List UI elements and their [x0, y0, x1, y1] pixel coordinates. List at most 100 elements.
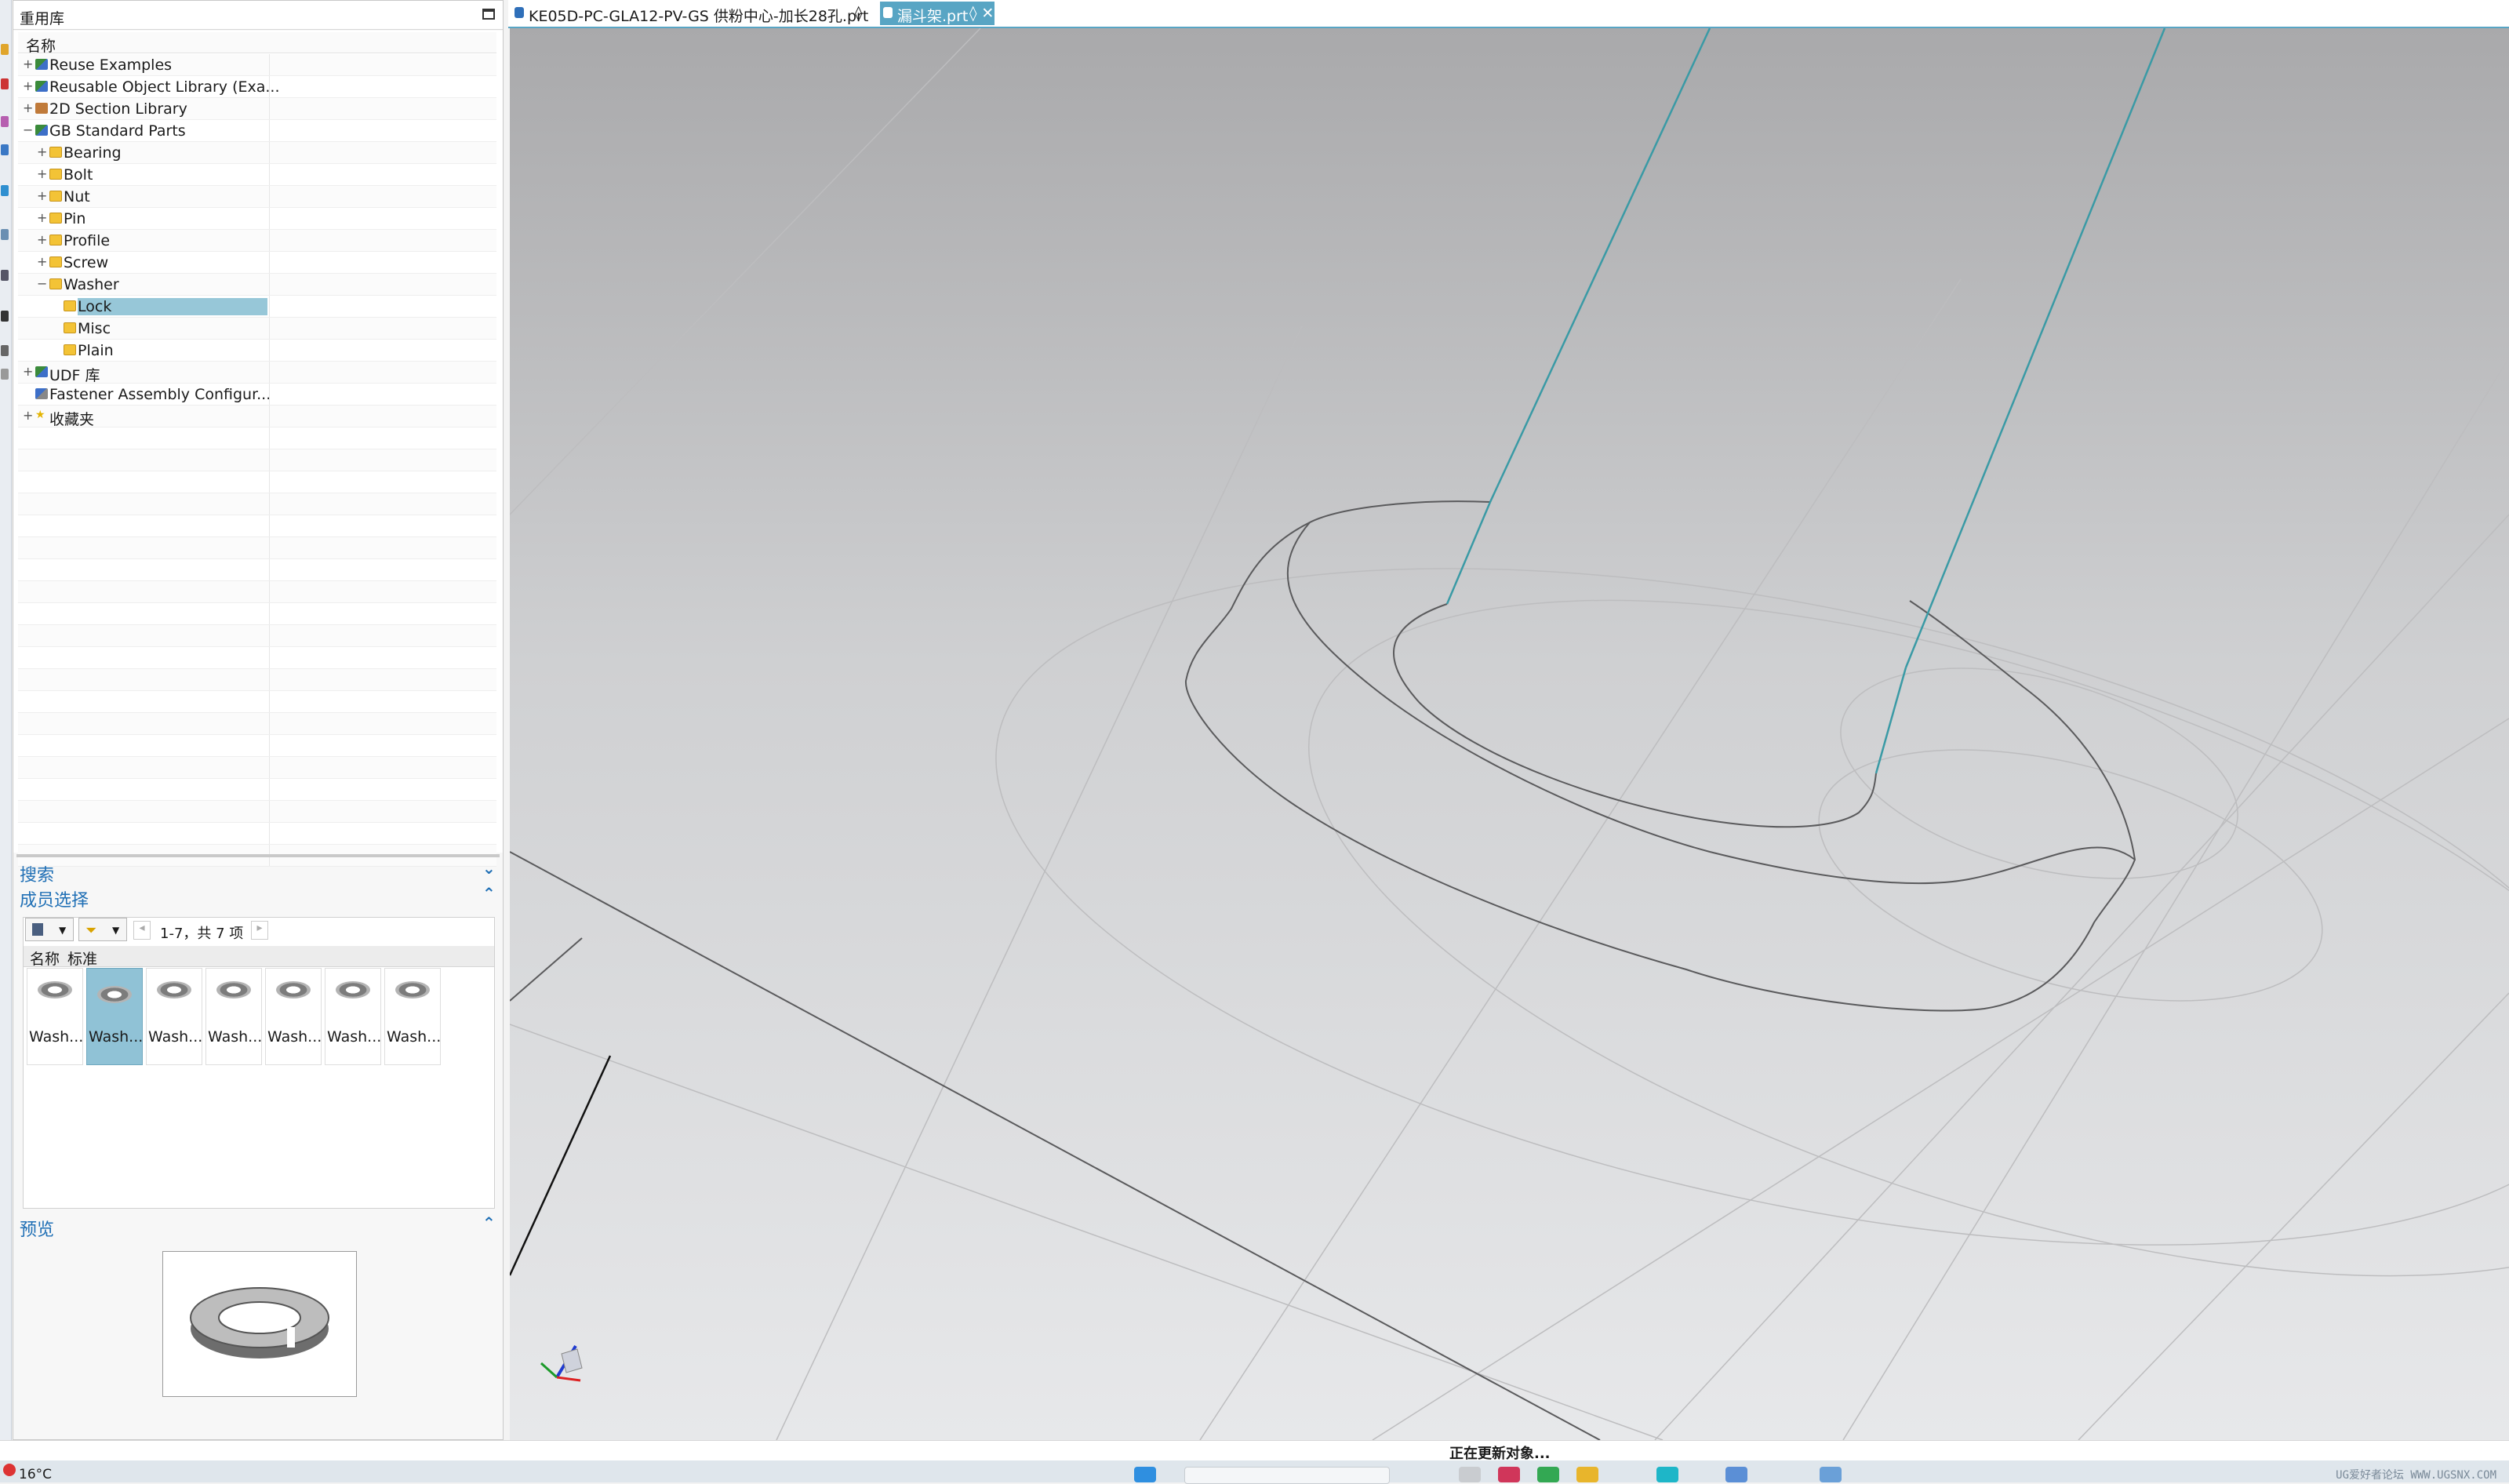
tree-row[interactable]: Lock: [18, 296, 496, 318]
tab-active-part[interactable]: 漏斗架.prt ◊ ✕: [880, 2, 995, 25]
app-icon[interactable]: [1498, 1467, 1520, 1482]
member-thumb[interactable]: Wash...: [146, 968, 202, 1065]
tree-row[interactable]: − GB Standard Parts: [18, 120, 496, 142]
preview-section-header[interactable]: 预览 ⌃: [16, 1213, 500, 1240]
column-divider: [269, 186, 270, 207]
column-name[interactable]: 名称: [30, 948, 60, 969]
process-studio-icon[interactable]: [1, 311, 9, 322]
tree-row[interactable]: + UDF 库: [18, 362, 496, 384]
column-divider: [269, 54, 270, 75]
weather-icon[interactable]: [3, 1464, 16, 1476]
tree-node-label[interactable]: Misc: [78, 320, 111, 337]
history-icon[interactable]: [1, 229, 9, 240]
collapse-icon[interactable]: −: [37, 278, 47, 290]
system-materials-icon[interactable]: [1, 270, 9, 281]
member-thumb-selected[interactable]: Wash...: [86, 968, 143, 1065]
search-section-header[interactable]: 搜索 ⌄: [16, 859, 500, 886]
chevron-up-icon[interactable]: ⌃: [482, 886, 496, 901]
member-section-header[interactable]: 成员选择 ⌃: [16, 884, 500, 911]
tree-node-label[interactable]: Nut: [64, 188, 90, 206]
tree-row[interactable]: + Nut: [18, 186, 496, 208]
expand-icon: [51, 344, 60, 356]
tree-row[interactable]: + Reuse Examples: [18, 54, 496, 76]
maximize-icon[interactable]: [482, 9, 495, 20]
expand-icon[interactable]: +: [37, 212, 47, 224]
constraint-navigator-icon[interactable]: [1, 78, 9, 89]
tree-node-label[interactable]: 收藏夹: [49, 408, 94, 429]
expand-icon[interactable]: +: [37, 190, 47, 202]
collapse-icon[interactable]: −: [23, 124, 33, 136]
filter-dropdown[interactable]: ⏷ ▼: [78, 918, 127, 941]
expand-icon[interactable]: +: [37, 256, 47, 268]
column-standard[interactable]: 标准: [67, 948, 97, 969]
tree-node-label[interactable]: Washer: [64, 276, 119, 293]
empty-tree-row: [18, 669, 496, 691]
tree-node-label[interactable]: Profile: [64, 232, 110, 249]
tree-node-label[interactable]: GB Standard Parts: [49, 122, 186, 140]
nx-app-icon[interactable]: [1656, 1467, 1678, 1482]
view-mode-dropdown[interactable]: ▼: [25, 918, 74, 941]
tab-part-file[interactable]: KE05D-PC-GLA12-PV-GS 供粉中心-加长28孔.prt ◊: [511, 2, 869, 25]
expand-icon[interactable]: +: [37, 234, 47, 246]
app-icon[interactable]: [1725, 1467, 1747, 1482]
tree-row[interactable]: − Washer: [18, 274, 496, 296]
reuse-library-icon[interactable]: [1, 144, 9, 155]
search-section-title: 搜索: [20, 866, 55, 886]
tree-node-label[interactable]: Screw: [64, 254, 108, 271]
prev-page-icon[interactable]: ◂: [133, 921, 151, 940]
task-view-icon[interactable]: [1459, 1467, 1481, 1482]
expand-icon[interactable]: +: [23, 58, 33, 71]
tree-row[interactable]: +2D Section Library: [18, 98, 496, 120]
tree-node-label[interactable]: 2D Section Library: [49, 100, 187, 118]
tools-icon[interactable]: [1, 369, 9, 380]
tree-node-label[interactable]: Pin: [64, 210, 85, 227]
member-thumb[interactable]: Wash...: [384, 968, 441, 1065]
tab-pin-icon[interactable]: ◊: [855, 5, 862, 22]
graphics-viewport[interactable]: [510, 28, 2509, 1440]
roles-icon[interactable]: [1, 345, 9, 356]
expand-icon[interactable]: +: [37, 146, 47, 158]
splitter[interactable]: [16, 854, 500, 857]
chevron-down-icon[interactable]: ⌄: [482, 860, 496, 876]
member-thumb[interactable]: Wash...: [325, 968, 381, 1065]
expand-icon[interactable]: +: [23, 80, 33, 93]
member-thumb[interactable]: Wash...: [205, 968, 262, 1065]
member-thumb[interactable]: Wash...: [265, 968, 322, 1065]
tree-node-label[interactable]: UDF 库: [49, 364, 100, 385]
tree-row[interactable]: + Bolt: [18, 164, 496, 186]
tree-node-label[interactable]: Bearing: [64, 144, 122, 162]
expand-icon[interactable]: +: [23, 102, 33, 115]
tree-node-label[interactable]: Reuse Examples: [49, 56, 172, 74]
browser-icon[interactable]: [1537, 1467, 1559, 1482]
tree-node-label[interactable]: Fastener Assembly Configur...: [49, 386, 271, 403]
start-icon[interactable]: [1134, 1467, 1156, 1482]
tree-row[interactable]: + Bearing: [18, 142, 496, 164]
expand-icon[interactable]: +: [23, 366, 33, 378]
tree-row[interactable]: + Screw: [18, 252, 496, 274]
file-explorer-icon[interactable]: [1576, 1467, 1598, 1482]
web-browser-icon[interactable]: [1, 185, 9, 196]
tree-row[interactable]: + Pin: [18, 208, 496, 230]
tree-row[interactable]: Plain: [18, 340, 496, 362]
tree-row[interactable]: + Reusable Object Library (Exa...: [18, 76, 496, 98]
tree-row[interactable]: Fastener Assembly Configur...: [18, 384, 496, 406]
tree-node-label[interactable]: Reusable Object Library (Exa...: [49, 78, 280, 96]
tree-node-label[interactable]: Bolt: [64, 166, 93, 184]
member-label: Wash...: [208, 1028, 261, 1046]
assembly-navigator-icon[interactable]: [1, 44, 9, 55]
tree-row[interactable]: + ★ 收藏夹: [18, 406, 496, 429]
taskbar-search-box[interactable]: [1184, 1467, 1390, 1484]
tree-row[interactable]: + Profile: [18, 230, 496, 252]
next-page-icon[interactable]: ▸: [251, 921, 268, 940]
app-icon[interactable]: [1820, 1467, 1842, 1482]
expand-icon[interactable]: +: [23, 409, 33, 422]
tree-node-label[interactable]: Lock: [78, 298, 267, 315]
expand-icon[interactable]: +: [37, 168, 47, 180]
tree-row[interactable]: Misc: [18, 318, 496, 340]
part-navigator-icon[interactable]: [1, 116, 9, 127]
weather-temperature[interactable]: 16°C: [19, 1467, 52, 1482]
tree-node-label[interactable]: Plain: [78, 342, 114, 359]
chevron-up-icon[interactable]: ⌃: [482, 1215, 496, 1231]
member-thumb[interactable]: Wash...: [27, 968, 83, 1065]
tab-close-icon[interactable]: ◊ ✕: [969, 5, 994, 22]
